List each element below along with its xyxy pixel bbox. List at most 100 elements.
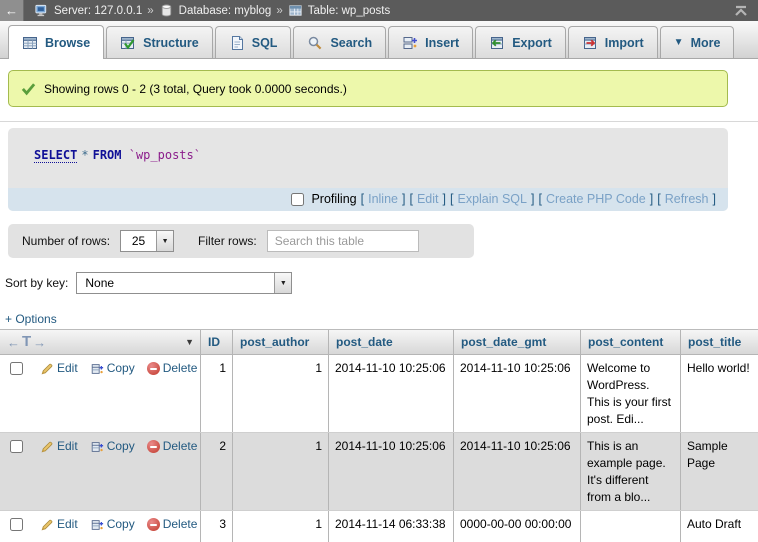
copy-link: Copy: [107, 438, 135, 455]
tab-more[interactable]: ▼ More: [660, 26, 735, 58]
tee-icon: T: [22, 333, 31, 350]
breadcrumb-server[interactable]: Server: 127.0.0.1: [54, 5, 142, 17]
cell-post-title: Sample Page: [680, 433, 758, 510]
breadcrumb-database[interactable]: Database: myblog: [179, 5, 272, 17]
number-of-rows-label: Number of rows:: [22, 234, 110, 248]
cell-post-author: 1: [232, 511, 328, 542]
filter-rows-label: Filter rows:: [198, 234, 257, 248]
tab-structure[interactable]: Structure: [106, 26, 213, 58]
delete-row-action[interactable]: Delete: [147, 360, 198, 377]
row-checkbox[interactable]: [10, 440, 23, 453]
pencil-icon: [40, 440, 54, 454]
tab-sql[interactable]: SQL: [215, 26, 292, 58]
table-row: Edit Copy Delete 2 1 2014-11-10 10:25:06…: [0, 433, 758, 511]
edit-link: Edit: [57, 438, 78, 455]
sort-dropdown-icon[interactable]: ▼: [185, 337, 194, 347]
copy-row-action[interactable]: Copy: [90, 360, 135, 377]
sql-table-identifier: `wp_posts`: [129, 148, 201, 162]
bracket: [: [450, 192, 453, 206]
tab-search[interactable]: Search: [293, 26, 386, 58]
profiling-bar: Profiling [ Inline ] [ Edit ] [ Explain …: [8, 188, 728, 211]
column-header-post-title[interactable]: post_title: [680, 330, 758, 354]
section-divider: [0, 121, 758, 122]
tab-insert[interactable]: Insert: [388, 26, 473, 58]
import-icon: [582, 35, 598, 51]
create-php-code-link[interactable]: Create PHP Code: [546, 192, 646, 206]
column-header-post-date-gmt[interactable]: post_date_gmt: [453, 330, 580, 354]
number-of-rows-select[interactable]: 25 ▼: [120, 230, 174, 252]
cell-id: 3: [200, 511, 232, 542]
tab-export[interactable]: Export: [475, 26, 566, 58]
tab-import-label: Import: [605, 36, 644, 50]
tab-browse[interactable]: Browse: [8, 25, 104, 59]
options-toggle-link[interactable]: + Options: [5, 312, 57, 326]
sort-by-key-select[interactable]: None ▼: [76, 272, 292, 294]
tab-insert-label: Insert: [425, 36, 459, 50]
copy-row-action[interactable]: Copy: [90, 438, 135, 455]
export-icon: [489, 35, 505, 51]
cell-post-title: Auto Draft: [680, 511, 758, 542]
row-controls-bar: Number of rows: 25 ▼ Filter rows:: [8, 224, 474, 258]
structure-icon: [120, 35, 136, 51]
dropdown-arrow-icon: ▼: [156, 231, 173, 251]
left-arrow-icon: ←: [7, 335, 20, 350]
cell-post-author: 1: [232, 355, 328, 432]
tab-export-label: Export: [512, 36, 552, 50]
cell-post-date-gmt: 0000-00-00 00:00:00: [453, 511, 580, 542]
edit-row-action[interactable]: Edit: [40, 438, 78, 455]
server-icon: [34, 3, 49, 18]
right-arrow-icon: →: [33, 335, 46, 350]
profiling-checkbox[interactable]: [291, 193, 304, 206]
table-row: Edit Copy Delete 1 1 2014-11-10 10:25:06…: [0, 355, 758, 433]
delete-row-action[interactable]: Delete: [147, 438, 198, 455]
results-table: ←T→ ▼ ID post_author post_date post_date…: [0, 329, 758, 542]
delete-row-action[interactable]: Delete: [147, 516, 198, 533]
cell-post-date: 2014-11-10 10:25:06: [328, 433, 453, 510]
copy-row-action[interactable]: Copy: [90, 516, 135, 533]
cell-post-title: Hello world!: [680, 355, 758, 432]
bracket: ]: [650, 192, 653, 206]
bracket: ]: [531, 192, 534, 206]
copy-link: Copy: [107, 360, 135, 377]
column-header-post-author[interactable]: post_author: [232, 330, 328, 354]
bracket: [: [361, 192, 364, 206]
browse-icon: [22, 35, 38, 51]
collapse-panel-icon[interactable]: [734, 5, 748, 17]
breadcrumb-table[interactable]: Table: wp_posts: [308, 5, 390, 17]
actions-header: ←T→ ▼: [0, 330, 200, 354]
filter-rows-input[interactable]: [267, 230, 419, 252]
cell-post-date: 2014-11-10 10:25:06: [328, 355, 453, 432]
sql-icon: [229, 35, 245, 51]
database-icon: [159, 3, 174, 18]
dropdown-arrow-icon: ▼: [274, 273, 291, 293]
row-actions: Edit Copy Delete: [0, 355, 200, 432]
explain-sql-link[interactable]: Explain SQL: [457, 192, 526, 206]
edit-link: Edit: [57, 360, 78, 377]
tab-sql-label: SQL: [252, 36, 278, 50]
sql-keyword-select[interactable]: SELECT: [34, 148, 77, 163]
row-checkbox[interactable]: [10, 362, 23, 375]
edit-link: Edit: [57, 516, 78, 533]
cell-post-date: 2014-11-14 06:33:38: [328, 511, 453, 542]
refresh-link[interactable]: Refresh: [665, 192, 709, 206]
cell-post-content: Welcome to WordPress. This is your first…: [580, 355, 680, 432]
bracket: [: [409, 192, 412, 206]
column-header-post-date[interactable]: post_date: [328, 330, 453, 354]
cell-post-date-gmt: 2014-11-10 10:25:06: [453, 433, 580, 510]
edit-row-action[interactable]: Edit: [40, 516, 78, 533]
success-message-text: Showing rows 0 - 2 (3 total, Query took …: [44, 82, 347, 96]
inline-link[interactable]: Inline: [368, 192, 398, 206]
tab-import[interactable]: Import: [568, 26, 658, 58]
delete-icon: [147, 362, 160, 375]
column-header-id[interactable]: ID: [200, 330, 232, 354]
edit-row-action[interactable]: Edit: [40, 360, 78, 377]
tab-more-label: More: [691, 36, 721, 50]
back-button[interactable]: ←: [0, 0, 24, 21]
column-options-widget[interactable]: ←T→: [7, 335, 46, 350]
search-icon: [307, 35, 323, 51]
edit-query-link[interactable]: Edit: [417, 192, 439, 206]
breadcrumb-separator: »: [276, 5, 282, 17]
cell-post-date-gmt: 2014-11-10 10:25:06: [453, 355, 580, 432]
row-checkbox[interactable]: [10, 518, 23, 531]
column-header-post-content[interactable]: post_content: [580, 330, 680, 354]
